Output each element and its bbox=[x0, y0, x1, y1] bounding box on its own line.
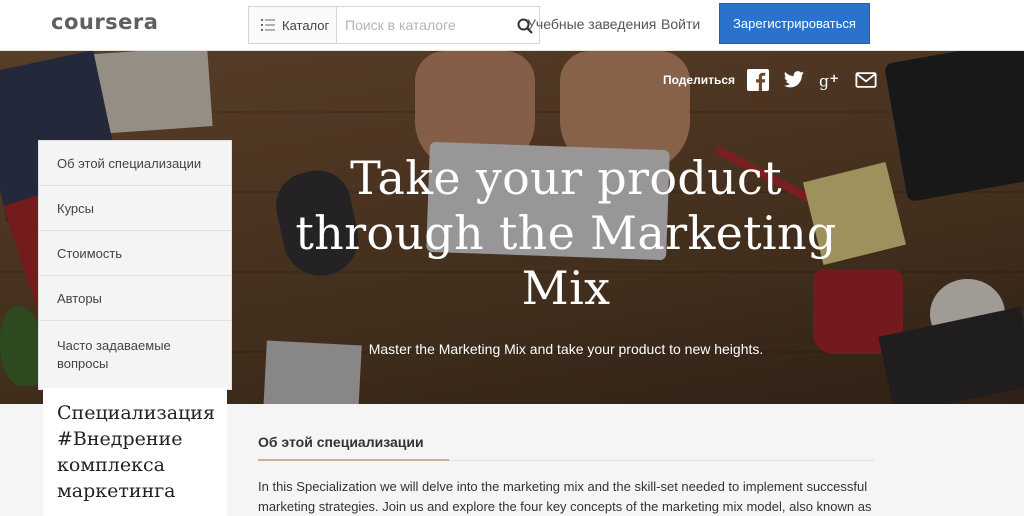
share-label: Поделиться bbox=[663, 73, 736, 87]
signup-button[interactable]: Зарегистрироваться bbox=[719, 3, 870, 44]
google-plus-icon[interactable]: g + bbox=[819, 69, 841, 91]
nav-link-schools[interactable]: Учебные заведения bbox=[527, 16, 656, 32]
svg-text:g: g bbox=[819, 72, 829, 90]
section-heading: Об этой специализации bbox=[258, 434, 424, 450]
catalog-button[interactable]: Каталог bbox=[249, 7, 337, 43]
section-divider bbox=[258, 459, 874, 461]
sidebar-item-pricing[interactable]: Стоимость bbox=[39, 231, 231, 276]
sidebar-item-courses[interactable]: Курсы bbox=[39, 186, 231, 231]
sidebar-item-about[interactable]: Об этой специализации bbox=[39, 141, 231, 186]
mail-icon[interactable] bbox=[855, 69, 877, 91]
sidebar-item-faq[interactable]: Часто задаваемые вопросы bbox=[39, 321, 231, 389]
list-icon bbox=[261, 19, 275, 31]
login-link[interactable]: Войти bbox=[661, 16, 700, 32]
facebook-icon[interactable] bbox=[747, 69, 770, 91]
coursera-logo[interactable]: coursera bbox=[51, 10, 158, 34]
about-description: In this Specialization we will delve int… bbox=[258, 479, 872, 514]
top-navigation-bar: coursera Каталог Учебные заведения Войти… bbox=[0, 0, 1024, 51]
svg-text:+: + bbox=[829, 71, 839, 85]
main-content: Об этой специализации In this Specializa… bbox=[258, 404, 878, 516]
twitter-icon[interactable] bbox=[783, 69, 805, 91]
sidebar-item-authors[interactable]: Авторы bbox=[39, 276, 231, 321]
section-divider-accent bbox=[258, 459, 449, 461]
specialization-card: Специализация #Внедрение комплекса марке… bbox=[43, 388, 227, 516]
page-title: Take your product through the Marketing … bbox=[295, 151, 837, 315]
specialization-title: Специализация #Внедрение комплекса марке… bbox=[57, 402, 215, 502]
catalog-label: Каталог bbox=[282, 17, 330, 33]
search-input[interactable] bbox=[338, 7, 518, 43]
hero-subtitle: Master the Marketing Mix and take your p… bbox=[368, 341, 764, 357]
share-bar: Поделиться g + bbox=[663, 69, 891, 91]
catalog-search-bar: Каталог bbox=[248, 6, 540, 44]
sidebar-nav: Об этой специализации Курсы Стоимость Ав… bbox=[38, 140, 232, 390]
